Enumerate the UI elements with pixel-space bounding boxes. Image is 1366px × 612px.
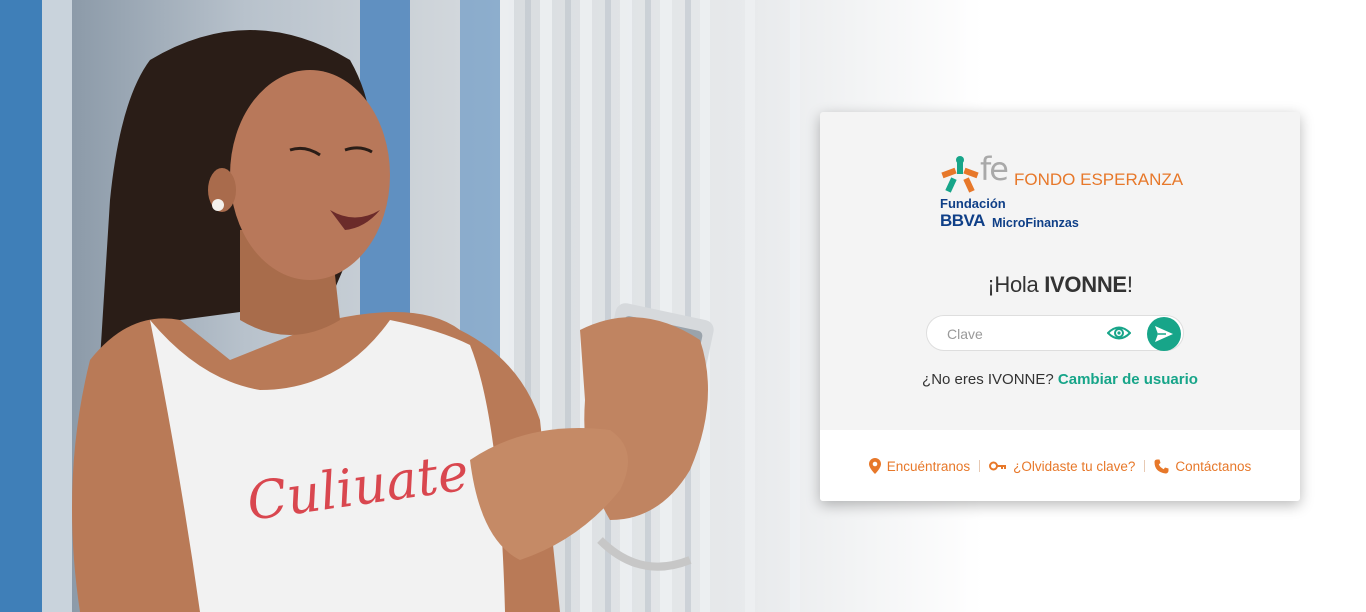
submit-button[interactable] [1147,317,1181,351]
greeting-user-name: IVONNE [1044,272,1127,297]
not-you-text: ¿No eres IVONNE? [922,371,1058,388]
location-pin-icon [868,458,881,474]
footer-separator [979,460,981,472]
send-icon [1155,326,1173,342]
find-us-link[interactable]: Encuéntranos [868,458,971,474]
phone-icon [1154,459,1169,473]
eye-icon[interactable] [1107,324,1131,342]
logo-bbva: BBVA [940,211,985,230]
password-field [926,315,1184,351]
logo-fe-text: fe [980,150,1009,188]
forgot-password-link[interactable]: ¿Olvidaste tu clave? [989,459,1135,474]
password-input[interactable] [945,324,1109,344]
greeting-suffix: ! [1126,272,1133,297]
greeting-prefix: ¡Hola [987,272,1045,297]
brand-logo: fe FONDO ESPERANZA Fundación BBVA MicroF… [940,150,1200,234]
contact-link[interactable]: Contáctanos [1154,459,1251,474]
footer-separator [1144,460,1146,472]
forgot-password-label: ¿Olvidaste tu clave? [1013,458,1136,474]
footer-links: Encuéntranos ¿Olvidaste tu clave? Contác… [820,458,1300,474]
contact-label: Contáctanos [1175,458,1252,474]
change-user-link[interactable]: Cambiar de usuario [1058,371,1198,388]
find-us-label: Encuéntranos [886,458,971,474]
login-card: fe FONDO ESPERANZA Fundación BBVA MicroF… [820,112,1300,501]
fondo-esperanza-mark-icon [941,156,979,193]
logo-microfinanzas: MicroFinanzas [992,216,1079,230]
card-footer: Encuéntranos ¿Olvidaste tu clave? Contác… [820,430,1300,501]
greeting-heading: ¡Hola IVONNE! [820,272,1300,298]
logo-brand-name: FONDO ESPERANZA [1014,170,1184,189]
change-user-line: ¿No eres IVONNE? Cambiar de usuario [820,371,1300,388]
key-icon [989,461,1007,471]
logo-fundacion: Fundación [940,196,1006,211]
